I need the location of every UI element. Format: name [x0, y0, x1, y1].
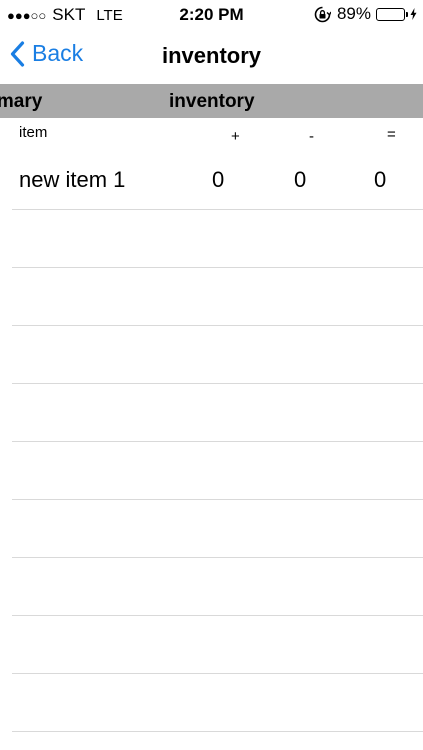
item-plus-value[interactable]: 0	[212, 167, 224, 193]
column-header-plus: +	[231, 128, 240, 145]
status-bar: ●●●○○ SKT LTE 2:20 PM 89%	[0, 0, 423, 28]
status-right: 89%	[314, 4, 417, 24]
battery-icon	[376, 7, 408, 21]
item-minus-value[interactable]: 0	[294, 167, 306, 193]
tab-inventory[interactable]: inventory	[169, 91, 255, 113]
empty-table-row[interactable]	[0, 500, 423, 558]
empty-table-row[interactable]	[0, 326, 423, 384]
empty-table-row[interactable]	[0, 210, 423, 268]
column-header-item: item	[19, 124, 48, 141]
page-title: inventory	[161, 43, 262, 68]
orientation-lock-icon	[314, 6, 331, 23]
empty-table-row[interactable]	[0, 442, 423, 500]
column-header-minus: -	[309, 128, 314, 145]
table-row[interactable]: new item 1 0 0 0	[0, 152, 423, 210]
segment-bar: mmary inventory	[0, 84, 423, 118]
empty-table-row[interactable]	[0, 268, 423, 326]
empty-table-row[interactable]	[0, 674, 423, 732]
item-name: new item 1	[19, 167, 126, 192]
empty-table-row[interactable]	[0, 616, 423, 674]
empty-table-row[interactable]	[0, 558, 423, 616]
battery-percentage: 89%	[336, 4, 371, 23]
inventory-table: new item 1 0 0 0	[0, 152, 423, 732]
column-headers: item + - =	[0, 118, 423, 152]
empty-table-row[interactable]	[0, 384, 423, 442]
item-equal-value[interactable]: 0	[374, 167, 386, 193]
navigation-bar: Back inventory	[0, 28, 423, 84]
column-header-equal: =	[387, 126, 396, 143]
tab-summary[interactable]: mmary	[0, 91, 42, 113]
charging-icon	[410, 8, 417, 20]
